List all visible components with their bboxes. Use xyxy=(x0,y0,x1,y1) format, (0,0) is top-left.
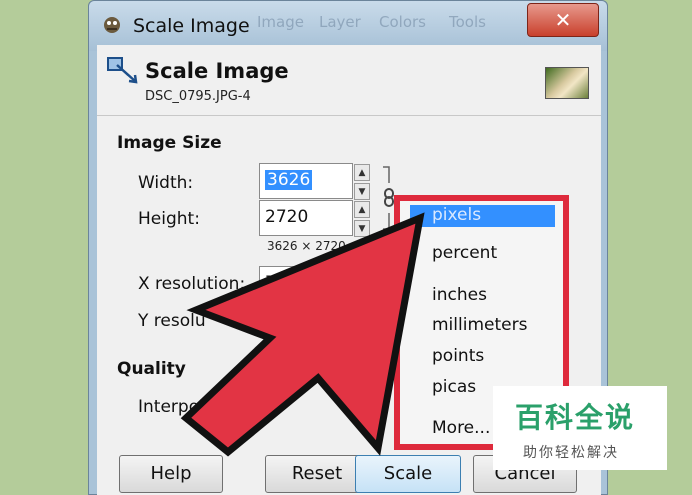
watermark-subtitle: 助你轻松解决 xyxy=(523,445,619,461)
red-arrow-icon xyxy=(180,212,425,457)
watermark-logo: 百科全说 助你轻松解决 xyxy=(493,386,667,470)
watermark-title: 百科全说 xyxy=(515,401,636,434)
